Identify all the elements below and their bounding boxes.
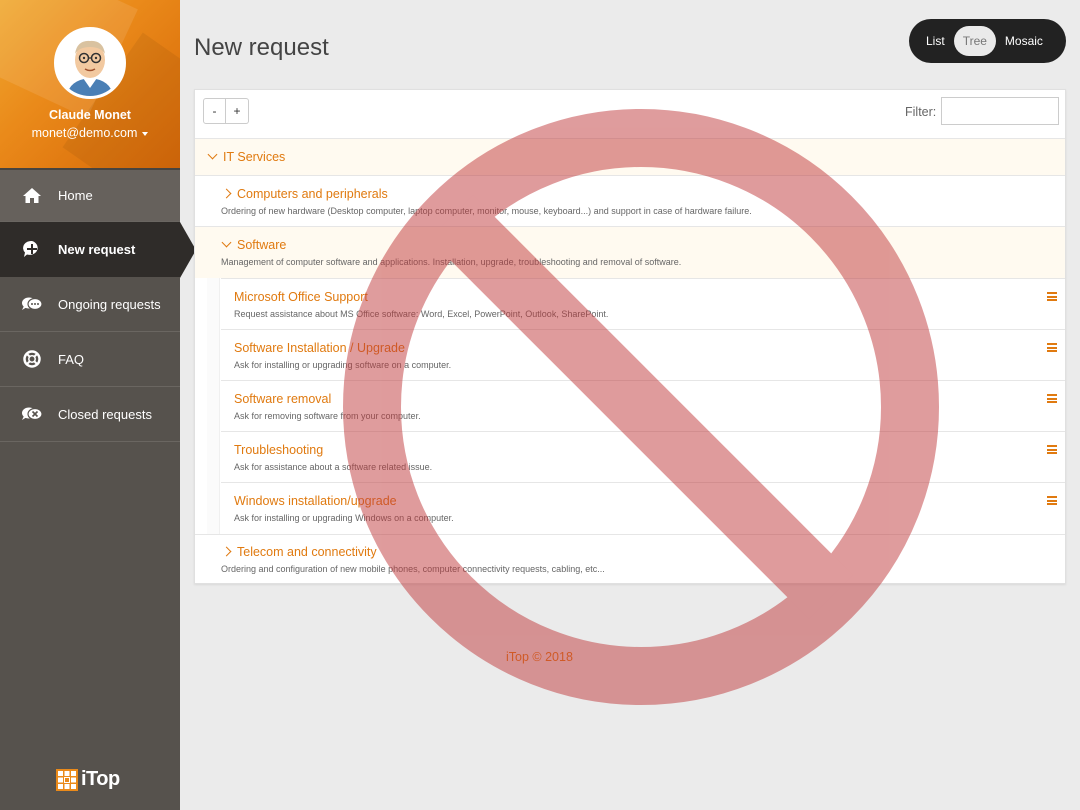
nav-closed-requests[interactable]: Closed requests	[0, 387, 180, 442]
service-item-title[interactable]: Windows installation/upgrade	[234, 494, 397, 508]
hamburger-menu-icon[interactable]	[1047, 343, 1057, 352]
service-item-title[interactable]: Software removal	[234, 392, 331, 406]
expand-all-button[interactable]: +	[226, 98, 249, 124]
tree-node-description: Ordering and configuration of new mobile…	[221, 564, 605, 574]
hamburger-menu-icon[interactable]	[1047, 394, 1057, 403]
chevron-right-icon	[221, 188, 232, 199]
hamburger-menu-icon[interactable]	[1047, 292, 1057, 301]
service-item-description: Ask for installing or upgrading software…	[234, 360, 452, 370]
tree-node-title: Computers and peripherals	[237, 187, 388, 201]
service-item[interactable]: Windows installation/upgrade Ask for ins…	[221, 482, 1065, 534]
plus-circle-icon	[20, 239, 44, 259]
service-item-description: Request assistance about MS Office softw…	[234, 309, 609, 319]
tree-node-software[interactable]: Software Management of computer software…	[195, 226, 1065, 278]
tree-node-description: Management of computer software and appl…	[221, 257, 682, 267]
nav-ongoing-label: Ongoing requests	[58, 296, 161, 312]
user-profile: Claude Monet monet@demo.com	[0, 0, 180, 168]
service-item-description: Ask for removing software from your comp…	[234, 411, 421, 421]
filter-label: Filter:	[905, 105, 937, 119]
tree-indent-guide	[207, 278, 220, 534]
service-item-title[interactable]: Troubleshooting	[234, 443, 323, 457]
avatar-image	[57, 30, 123, 96]
service-item[interactable]: Software removal Ask for removing softwa…	[221, 380, 1065, 431]
view-mosaic-button[interactable]: Mosaic	[996, 26, 1052, 56]
collapse-all-button[interactable]: -	[203, 98, 226, 124]
tree-node-title: Software	[237, 238, 287, 252]
chat-closed-icon	[20, 404, 44, 424]
caret-down-icon	[142, 131, 149, 136]
sidebar: Claude Monet monet@demo.com Home New req…	[0, 0, 196, 810]
user-email-menu[interactable]: monet@demo.com	[0, 126, 180, 140]
lifebuoy-icon	[20, 349, 44, 369]
tree-toolbar: - + Filter:	[195, 90, 1065, 138]
page-title: New request	[194, 34, 329, 61]
tree-node-telecom[interactable]: Telecom and connectivity Ordering and co…	[195, 534, 1065, 583]
nav-home-label: Home	[58, 188, 93, 203]
itop-logo-icon	[56, 768, 78, 791]
chevron-down-icon	[207, 149, 218, 160]
itop-logo: iTop	[56, 768, 120, 791]
itop-logo-text: iTop	[81, 768, 120, 790]
service-item[interactable]: Software Installation / Upgrade Ask for …	[221, 329, 1065, 380]
service-item-title[interactable]: Software Installation / Upgrade	[234, 341, 405, 355]
footer-copyright: iTop © 2018	[506, 650, 573, 664]
home-icon	[20, 186, 44, 206]
view-tree-button[interactable]: Tree	[953, 26, 996, 56]
hamburger-menu-icon[interactable]	[1047, 496, 1057, 505]
tree-node-it-services[interactable]: IT Services	[195, 138, 1065, 175]
service-item-description: Ask for installing or upgrading Windows …	[234, 513, 454, 523]
view-list-button[interactable]: List	[917, 26, 954, 56]
user-name: Claude Monet	[49, 108, 131, 122]
avatar[interactable]	[54, 27, 126, 99]
service-item-title[interactable]: Microsoft Office Support	[234, 290, 368, 304]
tree-node-title: IT Services	[223, 150, 286, 164]
tree-node-computers[interactable]: Computers and peripherals Ordering of ne…	[195, 175, 1065, 226]
service-tree-panel: - + Filter: IT Services Computers and pe…	[194, 89, 1066, 584]
service-item-description: Ask for assistance about a software rela…	[234, 462, 433, 472]
hamburger-menu-icon[interactable]	[1047, 445, 1057, 454]
filter-input[interactable]	[941, 97, 1059, 125]
nav-ongoing-requests[interactable]: Ongoing requests	[0, 277, 180, 332]
nav-faq-label: FAQ	[58, 351, 85, 367]
tree-node-description: Ordering of new hardware (Desktop comput…	[221, 206, 752, 216]
service-item[interactable]: Microsoft Office Support Request assista…	[221, 278, 1065, 329]
chevron-right-icon	[221, 546, 232, 557]
nav-new-request[interactable]: New request	[0, 222, 196, 278]
chat-bubbles-icon	[20, 294, 44, 314]
tree-node-title: Telecom and connectivity	[237, 545, 377, 559]
main-nav: Home New request Ongoing requests FAQ Cl…	[0, 168, 196, 442]
nav-home[interactable]: Home	[0, 168, 180, 222]
nav-closed-label: Closed requests	[58, 406, 152, 422]
nav-new-request-label: New request	[58, 241, 136, 257]
service-item[interactable]: Troubleshooting Ask for assistance about…	[221, 431, 1065, 482]
user-email: monet@demo.com	[31, 126, 138, 140]
view-switcher: List Tree Mosaic	[909, 19, 1066, 63]
chevron-down-icon	[221, 237, 232, 248]
nav-faq[interactable]: FAQ	[0, 332, 180, 387]
